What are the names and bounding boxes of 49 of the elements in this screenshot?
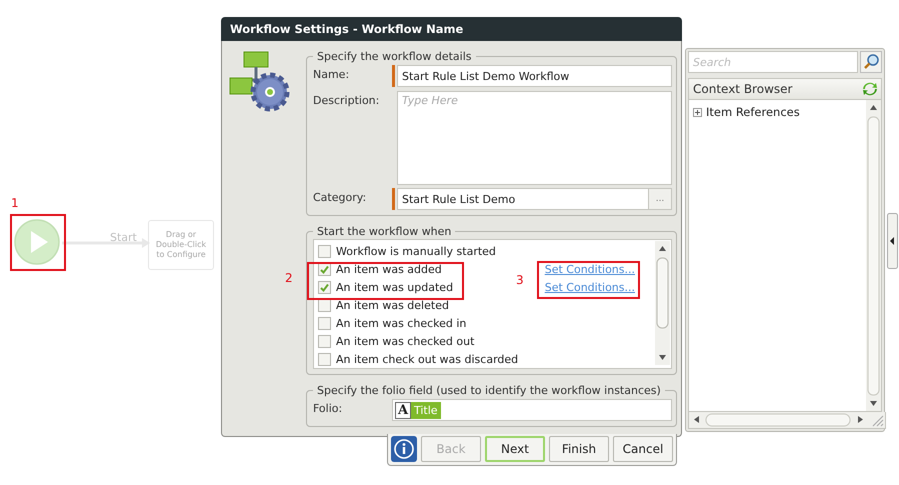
dialog-button[interactable]: Cancel <box>613 436 673 462</box>
highlight-frame <box>10 214 66 271</box>
trigger-label[interactable]: An item was updated <box>336 280 454 294</box>
checkbox[interactable] <box>318 352 331 366</box>
name-field[interactable]: Start Rule List Demo Workflow <box>397 65 672 87</box>
trigger-label[interactable]: An item was checked in <box>336 316 466 330</box>
tree-item[interactable]: Item References <box>706 105 800 119</box>
expand-icon[interactable] <box>693 108 702 116</box>
scrollbar[interactable] <box>655 241 670 365</box>
dialog-title: Workflow Settings - Workflow Name <box>221 17 682 41</box>
trigger-label[interactable]: An item check out was discarded <box>336 352 518 366</box>
collapse-tab-icon[interactable] <box>887 213 898 269</box>
browse-button[interactable]: ... <box>648 188 672 210</box>
panel-title: Context Browser <box>693 82 792 96</box>
dialog-button[interactable]: Finish <box>549 436 609 462</box>
set-conditions-link[interactable]: Set Conditions... <box>544 280 635 294</box>
trigger-label[interactable]: An item was deleted <box>336 298 449 312</box>
field-label: Folio: <box>313 401 344 415</box>
category-field[interactable]: Start Rule List Demo <box>397 188 648 210</box>
start-play-icon[interactable] <box>14 219 60 265</box>
group-title: Start the workflow when <box>316 225 452 238</box>
folio-field[interactable]: A Title <box>392 399 672 421</box>
workflow-gear-icon <box>228 50 292 112</box>
trigger-label[interactable]: An item was checked out <box>336 334 474 348</box>
callout-number: 3 <box>516 273 524 287</box>
dialog-button[interactable]: Next <box>484 436 546 462</box>
text-type-icon: A <box>395 402 411 418</box>
scrollbar[interactable] <box>866 100 881 411</box>
checkbox[interactable] <box>318 316 331 330</box>
checkbox[interactable] <box>318 334 331 348</box>
trigger-label[interactable]: Workflow is manually started <box>336 244 496 258</box>
checkbox[interactable] <box>318 244 331 258</box>
field-label: Description: <box>313 93 380 107</box>
connector-label: Start <box>110 231 137 244</box>
info-icon[interactable] <box>391 436 417 462</box>
field-label: Category: <box>313 190 368 204</box>
callout-number: 1 <box>11 196 19 210</box>
callout-number: 2 <box>285 271 293 285</box>
search-icon[interactable] <box>860 51 882 73</box>
scrollbar[interactable] <box>688 412 886 429</box>
search-field[interactable]: Search <box>688 51 858 73</box>
trigger-label[interactable]: An item was added <box>336 262 442 276</box>
refresh-icon[interactable] <box>862 81 878 97</box>
group-title: Specify the workflow details <box>316 50 472 63</box>
checkbox[interactable] <box>318 280 331 294</box>
set-conditions-link[interactable]: Set Conditions... <box>544 262 635 276</box>
field-label: Name: <box>313 67 350 81</box>
description-field[interactable]: Type Here <box>397 91 672 185</box>
group-title: Specify the folio field (used to identify the workflow instances) <box>316 384 662 397</box>
